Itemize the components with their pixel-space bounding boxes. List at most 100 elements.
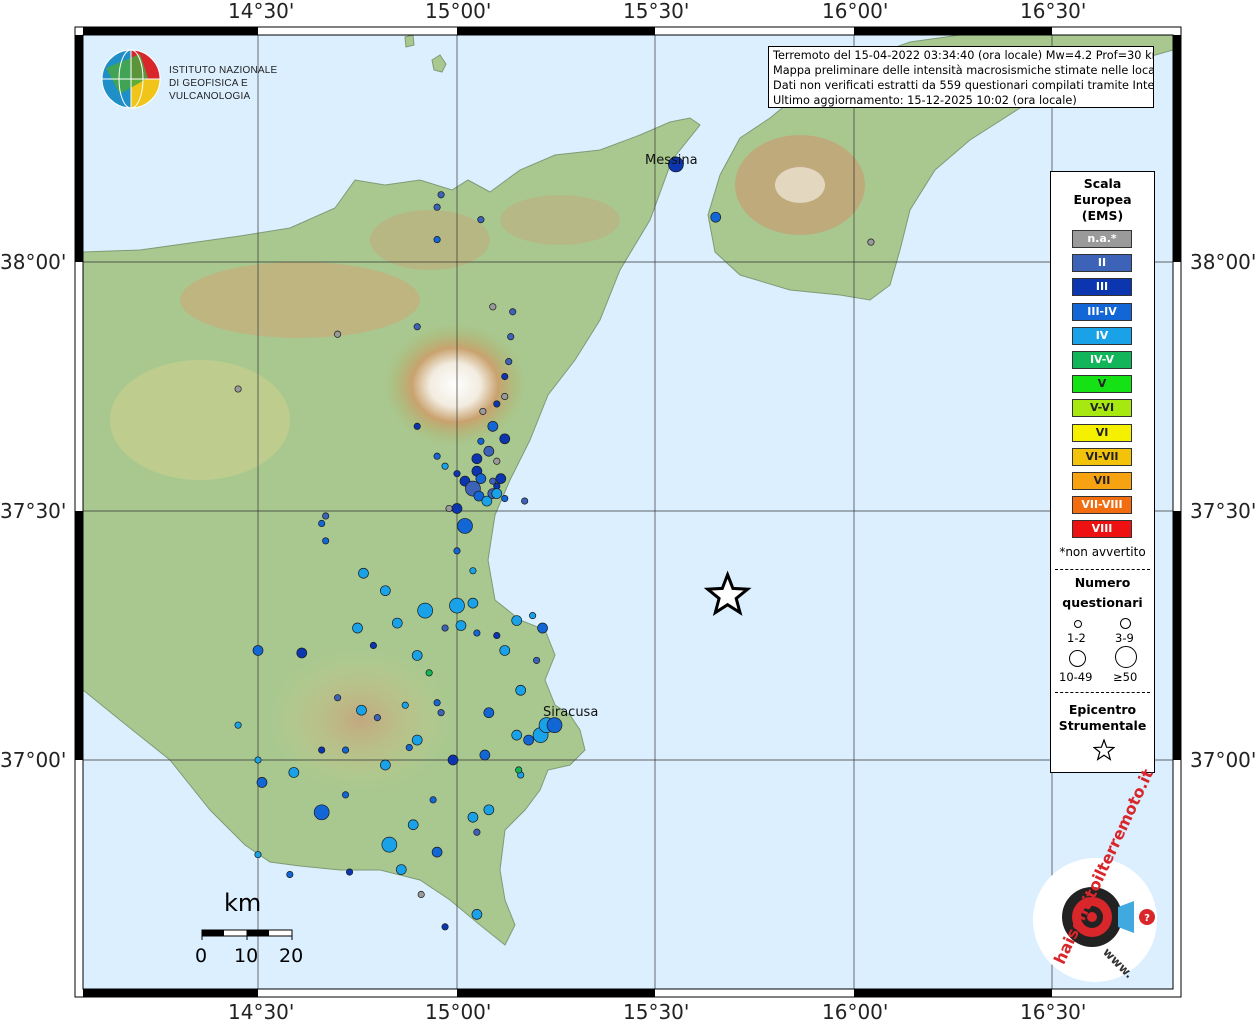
intensity-point [358,567,369,579]
intensity-point [479,407,487,415]
lon-label-top-3: 15°30' [623,0,690,23]
legend-epicenter-2: Strumentale [1058,718,1147,733]
intensity-point [254,756,262,764]
intensity-point [433,203,441,211]
intensity-point [256,777,268,788]
legend-swatch-11: VII-VIII [1072,496,1132,515]
event-info-box: Terremoto del 15-04-2022 03:34:40 (ora l… [768,46,1154,108]
intensity-point [467,597,479,609]
legend-swatch-5: IV-V [1072,351,1132,369]
intensity-point [455,620,467,631]
legend-swatch-4: IV [1072,326,1132,345]
intensity-point [342,791,350,799]
size-symbol-1 [1074,620,1082,628]
intensity-point [441,624,449,632]
intensity-point [515,684,527,696]
intensity-point [401,701,409,709]
intensity-point [288,767,300,778]
intensity-point [313,804,330,821]
intensity-point [417,890,425,899]
lon-label-bottom-2: 15°00' [425,1000,492,1024]
intensity-point [529,612,537,620]
intensity-point [411,734,423,746]
lat-label-right-1: 38°00' [1190,250,1255,274]
intensity-point [457,518,473,534]
intensity-point [411,650,423,661]
intensity-point [473,629,481,637]
legend-not-felt: *non avvertito [1059,545,1146,559]
intensity-point [413,323,421,331]
legend-title-1: Scala [1083,176,1122,191]
intensity-point [352,622,363,634]
intensity-point [380,759,391,771]
legend-swatch-10: VII [1072,472,1132,490]
legend-swatch-3: III-IV [1072,302,1132,321]
info-source: Dati non verificati estratti da 559 ques… [773,79,1154,92]
intensity-point [318,519,326,528]
intensity-point [431,846,443,858]
lon-label-top-5: 16°30' [1020,0,1087,23]
intensity-point [445,504,453,513]
info-description: Mappa preliminare delle intensità macros… [773,64,1154,77]
legend-swatch-6: V [1072,375,1132,394]
scalebar [201,929,293,940]
intensity-point [469,567,477,575]
scalebar-tick-0: 0 [195,945,208,967]
intensity-point [441,462,449,470]
intensity-point [407,819,419,831]
intensity-point [254,851,262,859]
intensity-point [318,746,326,754]
intensity-point [345,868,354,876]
intensity-point [501,392,509,401]
intensity-point [477,216,485,224]
lon-label-top-2: 15°00' [425,0,492,23]
lat-label-left-2: 37°30' [0,499,67,523]
place-label-messina: Messina [645,153,698,168]
intensity-point [487,420,499,432]
intensity-point [417,602,434,619]
intensity-point [433,699,441,707]
intensity-point [322,512,330,520]
intensity-point [521,497,529,505]
size-label-3: 10-49 [1059,670,1093,684]
place-label-siracusa: Siracusa [543,705,599,720]
intensity-point [710,211,722,223]
lon-label-bottom-1: 14°30' [228,1000,295,1024]
intensity-point [453,470,461,478]
lon-label-bottom-3: 15°30' [623,1000,690,1024]
intensity-point [479,749,491,761]
intensity-point [493,400,501,408]
lat-label-left-3: 37°00' [0,748,67,772]
intensity-point [380,585,391,597]
intensity-point [381,836,398,853]
intensity-point [489,303,497,311]
logo-line2: DI GEOFISICA E VULCANOLOGIA [169,78,251,102]
lon-label-top-4: 16°00' [822,0,889,23]
ingv-logo: ISTITUTO NAZIONALE DI GEOFISICA E VULCAN… [100,48,320,110]
intensity-point [537,622,548,634]
legend-swatch-12: VIII [1072,520,1132,539]
intensity-point [437,709,445,717]
scalebar-tick-20: 20 [279,945,304,967]
intensity-point [433,236,441,244]
intensity-point [509,308,517,316]
intensity-point [501,494,509,503]
intensity-point [334,694,342,702]
intensity-point [467,811,479,823]
haisentito-logo: ? haisentitoilterremoto.it www. [1030,766,1160,985]
intensity-point [477,437,485,445]
intensity-point [252,645,264,656]
intensity-point [391,617,403,629]
intensity-point [373,714,381,722]
intensity-point [449,597,465,614]
scalebar-unit: km [224,889,262,917]
info-event: Terremoto del 15-04-2022 03:34:40 (ora l… [773,49,1154,62]
intensity-point [234,721,242,729]
intensity-point [429,796,437,804]
lon-label-top-1: 14°30' [228,0,295,23]
intensity-point [441,923,449,931]
intensity-point [501,372,509,381]
intensity-point [447,754,459,766]
intensity-point [475,473,487,484]
legend-title-3: (EMS) [1081,208,1124,223]
